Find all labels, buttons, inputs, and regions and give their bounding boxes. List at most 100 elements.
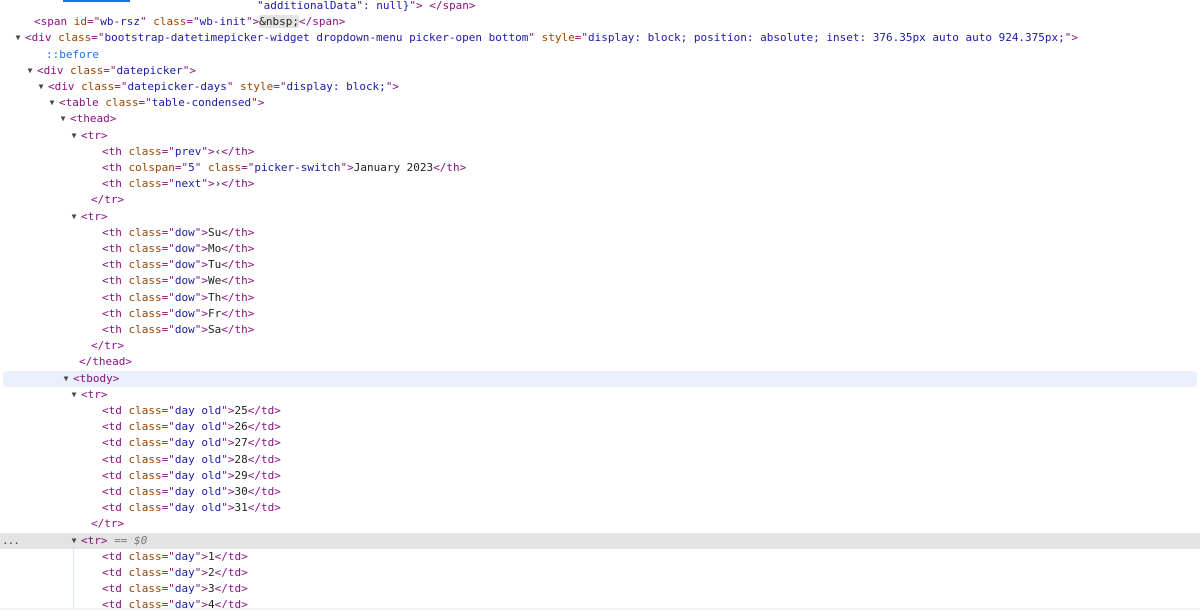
dom-node-row[interactable]: <td class="day">1</td> bbox=[0, 549, 1200, 565]
token-tag: =" bbox=[161, 177, 175, 191]
token-attr: id bbox=[73, 15, 87, 29]
token-attr: class bbox=[128, 290, 162, 304]
token-tag: <tr> bbox=[81, 533, 108, 547]
token-attr: class bbox=[128, 404, 162, 417]
dom-node-row[interactable]: <td class="day old">28</td> bbox=[0, 452, 1200, 468]
token-tag: =" bbox=[574, 31, 588, 45]
token-value: day old bbox=[174, 485, 222, 498]
token-tag: <td bbox=[102, 420, 129, 434]
token-tag: "> bbox=[385, 80, 400, 93]
dom-node-row[interactable]: ▼ <tbody> bbox=[3, 370, 1197, 387]
token-tag: =" bbox=[161, 225, 175, 239]
token-text: 25 bbox=[234, 404, 248, 417]
token-text: Sa bbox=[208, 323, 222, 336]
dom-node-row[interactable]: <td class="day old">30</td> bbox=[0, 484, 1200, 500]
dom-node-row[interactable]: <th class="dow">We</th> bbox=[0, 273, 1200, 289]
dom-node-row[interactable]: <th class="dow">Tu</th> bbox=[0, 257, 1200, 273]
expand-triangle-icon[interactable]: ▼ bbox=[25, 63, 35, 79]
expand-triangle-icon[interactable]: ▼ bbox=[69, 209, 79, 225]
dom-node-row[interactable]: <td class="day old">26</td> bbox=[0, 419, 1200, 435]
dom-node-row[interactable]: <th class="dow">Su</th> bbox=[0, 225, 1200, 241]
dom-node-row[interactable]: <th class="dow">Sa</th> bbox=[0, 322, 1200, 338]
dom-node-row[interactable]: ▼ <tr> bbox=[0, 387, 1200, 403]
token-tag: <td bbox=[102, 582, 129, 596]
token-value: display: block; bbox=[286, 80, 386, 93]
token-text: Tu bbox=[208, 258, 222, 272]
dom-node-row[interactable]: <th class="dow">Th</th> bbox=[0, 290, 1200, 306]
dom-node-row[interactable]: <td class="day old">25</td> bbox=[0, 403, 1200, 419]
token-attr: class bbox=[128, 485, 162, 498]
token-tag: <td bbox=[102, 436, 129, 450]
dom-node-content: ▼ <div class="datepicker-days" style="dis… bbox=[36, 79, 399, 95]
token-tag: <td bbox=[102, 485, 129, 498]
dom-node-content: ▼ <tr> bbox=[69, 387, 108, 403]
dom-node-row[interactable]: </tr> bbox=[0, 192, 1200, 208]
expand-triangle-icon[interactable]: ▼ bbox=[36, 79, 46, 95]
token-tag: </td> bbox=[247, 404, 281, 417]
token-text: 2 bbox=[208, 566, 215, 579]
dom-node-row[interactable]: <td class="day">4</td> bbox=[0, 597, 1200, 613]
dom-node-row[interactable]: <span id="wb-rsz" class="wb-init">&nbsp;… bbox=[0, 14, 1200, 30]
token-attr: class bbox=[128, 144, 162, 158]
token-tag: =" bbox=[161, 242, 175, 255]
dom-node-row[interactable]: ▼ <tr> bbox=[0, 128, 1200, 144]
token-attr: class bbox=[128, 452, 162, 466]
dom-node-content: <td class="day old">25</td> bbox=[102, 403, 281, 419]
token-attr: class bbox=[128, 306, 162, 320]
token-tag: </th> bbox=[221, 274, 255, 288]
dom-node-row[interactable]: <th class="next">›</th> bbox=[0, 176, 1200, 192]
expand-triangle-icon[interactable]: ▼ bbox=[47, 95, 57, 111]
expand-triangle-icon[interactable]: ▼ bbox=[61, 371, 71, 387]
node-actions-ellipsis-icon[interactable]: ... bbox=[2, 533, 20, 549]
token-text: 31 bbox=[234, 501, 248, 515]
dom-node-row[interactable]: </thead> bbox=[0, 354, 1200, 370]
dom-node-row[interactable]: <th class="dow">Mo</th> bbox=[0, 241, 1200, 257]
dom-node-row[interactable]: <td class="day old">27</td> bbox=[0, 435, 1200, 451]
dom-node-row[interactable]: <th class="dow">Fr</th> bbox=[0, 306, 1200, 322]
indent-guide-line bbox=[73, 548, 74, 610]
dom-node-row[interactable]: <td class="day old">31</td> bbox=[0, 500, 1200, 516]
dom-node-row[interactable]: ▼ <table class="table-condensed"> bbox=[0, 95, 1200, 111]
token-attr: class bbox=[70, 63, 104, 77]
token-tag: " bbox=[528, 31, 542, 45]
dom-node-content: <th class="next">›</th> bbox=[102, 176, 254, 192]
dom-node-content: <th class="prev">‹</th> bbox=[102, 144, 254, 160]
token-selected-var: == $0 bbox=[107, 533, 148, 547]
token-tag: </td> bbox=[247, 501, 281, 515]
dom-node-row[interactable]: ▼ <div class="datepicker"> bbox=[0, 63, 1200, 79]
token-text: Th bbox=[208, 290, 222, 304]
token-tag: =" bbox=[161, 306, 175, 320]
dom-node-row[interactable]: <td class="day">2</td> bbox=[0, 565, 1200, 581]
expand-triangle-icon[interactable]: ▼ bbox=[69, 533, 79, 549]
dom-node-row[interactable]: <th class="prev">‹</th> bbox=[0, 144, 1200, 160]
expand-triangle-icon[interactable]: ▼ bbox=[69, 128, 79, 144]
dom-node-row[interactable]: ▼ <div class="bootstrap-datetimepicker-wi… bbox=[0, 30, 1200, 46]
dom-node-row[interactable]: ... ▼ <tr> == $0 bbox=[0, 532, 1200, 549]
dom-node-row[interactable]: </tr> bbox=[0, 338, 1200, 354]
dom-node-row[interactable]: ▼ <thead> bbox=[0, 111, 1200, 127]
token-tag: <tr> bbox=[81, 209, 108, 223]
dom-node-row[interactable]: <td class="day">3</td> bbox=[0, 581, 1200, 597]
expand-triangle-icon[interactable]: ▼ bbox=[69, 387, 79, 403]
dom-node-row[interactable]: ▼ <div class="datepicker-days" style="dis… bbox=[0, 79, 1200, 95]
token-tag: "> bbox=[251, 96, 265, 110]
dom-node-row[interactable]: ▼ <tr> bbox=[0, 209, 1200, 225]
dom-node-row[interactable]: <th colspan="5" class="picker-switch">Ja… bbox=[0, 160, 1200, 176]
token-text: 29 bbox=[234, 468, 248, 482]
dom-node-row[interactable]: "additionalData": null}"> </span> bbox=[0, 0, 1200, 14]
expand-triangle-icon[interactable]: ▼ bbox=[13, 30, 23, 46]
token-value: dow bbox=[174, 274, 195, 288]
dom-node-content: </thead> bbox=[79, 354, 132, 370]
dom-node-row[interactable]: <td class="day old">29</td> bbox=[0, 468, 1200, 484]
token-tag: =" bbox=[161, 485, 175, 498]
expand-triangle-icon[interactable]: ▼ bbox=[58, 111, 68, 127]
token-tag: "> bbox=[201, 144, 215, 158]
token-value: wb-rsz bbox=[100, 15, 140, 29]
token-attr: class bbox=[128, 274, 162, 288]
token-attr: class bbox=[128, 242, 162, 255]
dom-node-content: ▼ <tr> == $0 bbox=[69, 533, 148, 549]
token-tag: =" bbox=[161, 566, 175, 579]
dom-node-row[interactable]: ::before bbox=[0, 47, 1200, 63]
token-tag: </td> bbox=[214, 549, 248, 563]
dom-node-row[interactable]: </tr> bbox=[0, 516, 1200, 532]
